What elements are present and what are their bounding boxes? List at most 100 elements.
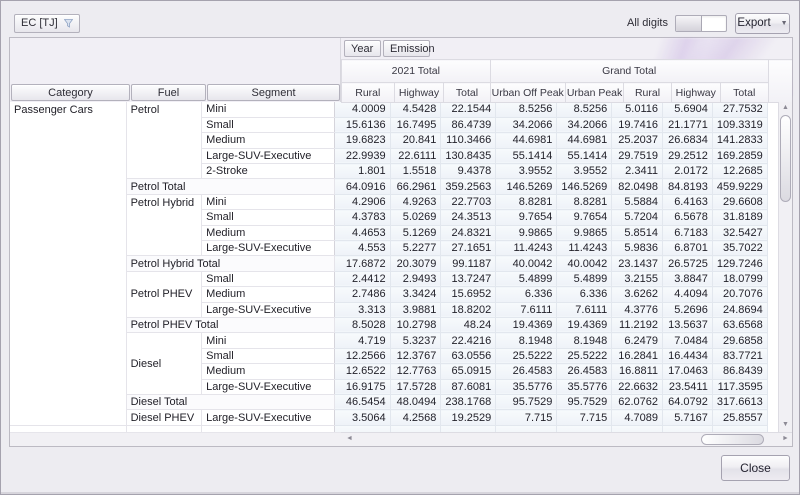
value-cell[interactable]: 8.8281: [495, 194, 558, 211]
value-cell[interactable]: 20.841: [390, 132, 442, 149]
value-cell[interactable]: 22.7703: [440, 194, 497, 211]
value-cell[interactable]: 8.5256: [495, 102, 558, 118]
value-cell[interactable]: 6.336: [495, 286, 558, 303]
value-cell[interactable]: 3.2155: [611, 271, 663, 288]
value-cell[interactable]: 6.4163: [662, 194, 713, 211]
total-label-cell[interactable]: Petrol Hybrid Total: [126, 255, 335, 272]
value-cell[interactable]: 25.8557: [712, 409, 768, 426]
value-cell[interactable]: 35.5776: [556, 379, 613, 395]
value-cell[interactable]: 22.6632: [611, 379, 663, 395]
all-digits-toggle[interactable]: [675, 14, 727, 32]
value-cell[interactable]: 7.715: [495, 409, 558, 426]
value-cell[interactable]: 5.2277: [390, 240, 442, 257]
segment-cell[interactable]: Medium: [201, 286, 335, 303]
value-cell[interactable]: 9.7654: [556, 209, 613, 226]
value-cell[interactable]: 64.0916: [334, 178, 391, 195]
value-cell[interactable]: 16.8811: [611, 363, 663, 380]
value-cell[interactable]: 16.2841: [611, 348, 663, 365]
value-cell[interactable]: 26.4583: [556, 363, 613, 380]
value-cell[interactable]: 3.6262: [611, 286, 663, 303]
fuel-cell[interactable]: Petrol Hybrid: [126, 194, 203, 257]
segment-cell[interactable]: Mini: [201, 102, 335, 118]
value-cell[interactable]: 8.8281: [556, 194, 613, 211]
value-cell[interactable]: 5.8514: [611, 225, 663, 242]
value-cell[interactable]: 7.6111: [556, 302, 613, 318]
value-cell[interactable]: 6.2479: [611, 332, 663, 349]
value-cell[interactable]: 3.5064: [334, 409, 391, 426]
value-cell[interactable]: 29.2512: [662, 148, 713, 165]
total-label-cell[interactable]: Petrol PHEV Total: [126, 317, 335, 334]
value-cell[interactable]: 6.336: [556, 286, 613, 303]
column-group-header[interactable]: Grand Total: [489, 59, 769, 83]
value-cell[interactable]: 18.8202: [440, 302, 497, 318]
value-cell[interactable]: 130.8435: [440, 148, 497, 165]
vertical-scrollbar[interactable]: ▲ ▼: [778, 102, 792, 432]
fuel-cell[interactable]: Diesel: [126, 332, 203, 395]
segment-cell[interactable]: Large-SUV-Executive: [201, 379, 335, 395]
value-cell[interactable]: 44.6981: [556, 132, 613, 149]
value-cell[interactable]: 24.8321: [440, 225, 497, 242]
value-cell[interactable]: 5.7204: [611, 209, 663, 226]
value-cell[interactable]: 9.4378: [440, 163, 497, 180]
category-cell[interactable]: Passenger Cars: [10, 102, 127, 426]
value-cell[interactable]: 48.0494: [390, 394, 442, 411]
value-cell[interactable]: 2.9493: [390, 271, 442, 288]
scroll-up-icon[interactable]: ▲: [779, 102, 792, 115]
value-cell[interactable]: 7.6111: [495, 302, 558, 318]
value-cell[interactable]: 84.8193: [662, 178, 713, 195]
value-cell[interactable]: 26.6834: [662, 132, 713, 149]
value-cell[interactable]: 13.7247: [440, 271, 497, 288]
value-cell[interactable]: 6.7183: [662, 225, 713, 242]
value-cell[interactable]: 2.4412: [334, 271, 391, 288]
column-header[interactable]: Rural: [341, 82, 395, 103]
value-cell[interactable]: 5.0269: [390, 209, 442, 226]
value-cell[interactable]: 4.7089: [611, 409, 663, 426]
value-cell[interactable]: 29.6608: [712, 194, 768, 211]
value-cell[interactable]: 34.2066: [495, 117, 558, 134]
value-cell[interactable]: 19.4369: [495, 317, 558, 334]
value-cell[interactable]: 9.7654: [495, 209, 558, 226]
value-cell[interactable]: 48.24: [440, 317, 497, 334]
value-cell[interactable]: 5.1269: [390, 225, 442, 242]
value-cell[interactable]: 12.2566: [334, 348, 391, 365]
scroll-down-icon[interactable]: ▼: [779, 419, 792, 432]
value-cell[interactable]: 23.5411: [662, 379, 713, 395]
segment-cell[interactable]: 2-Stroke: [201, 163, 335, 180]
segment-cell[interactable]: Mini: [201, 332, 335, 349]
value-cell[interactable]: 46.5454: [334, 394, 391, 411]
value-cell[interactable]: 459.9229: [712, 178, 768, 195]
column-header[interactable]: Highway: [393, 82, 445, 103]
value-cell[interactable]: 8.5028: [334, 317, 391, 334]
value-cell[interactable]: 44.6981: [495, 132, 558, 149]
total-label-cell[interactable]: Petrol Total: [126, 178, 335, 195]
column-header[interactable]: Rural: [623, 82, 672, 103]
value-cell[interactable]: 25.5222: [556, 348, 613, 365]
value-cell[interactable]: 6.5678: [662, 209, 713, 226]
value-cell[interactable]: 4.4094: [662, 286, 713, 303]
value-cell[interactable]: 12.6522: [334, 363, 391, 380]
value-cell[interactable]: 4.4653: [334, 225, 391, 242]
value-cell[interactable]: 16.9175: [334, 379, 391, 395]
value-cell[interactable]: 31.8189: [712, 209, 768, 226]
segment-cell[interactable]: Medium: [201, 363, 335, 380]
horizontal-scrollbar[interactable]: ◄ ►: [341, 432, 792, 446]
value-cell[interactable]: 22.4216: [440, 332, 497, 349]
value-cell[interactable]: 25.5222: [495, 348, 558, 365]
value-cell[interactable]: 15.6136: [334, 117, 391, 134]
value-cell[interactable]: 146.5269: [495, 178, 558, 195]
value-cell[interactable]: 66.2961: [390, 178, 442, 195]
value-cell[interactable]: 12.3767: [390, 348, 442, 365]
value-cell[interactable]: 109.3319: [712, 117, 768, 134]
value-cell[interactable]: 23.1437: [611, 255, 663, 272]
segment-cell[interactable]: Small: [201, 209, 335, 226]
fuel-cell[interactable]: Diesel PHEV: [126, 409, 203, 426]
value-cell[interactable]: 4.3783: [334, 209, 391, 226]
value-cell[interactable]: 5.6904: [662, 102, 713, 118]
column-header[interactable]: Urban Peak: [564, 82, 625, 103]
value-cell[interactable]: 55.1414: [495, 148, 558, 165]
value-cell[interactable]: 19.4369: [556, 317, 613, 334]
value-cell[interactable]: 99.1187: [440, 255, 497, 272]
value-cell[interactable]: 1.801: [334, 163, 391, 180]
value-cell[interactable]: 146.5269: [556, 178, 613, 195]
value-cell[interactable]: 18.0799: [712, 271, 768, 288]
